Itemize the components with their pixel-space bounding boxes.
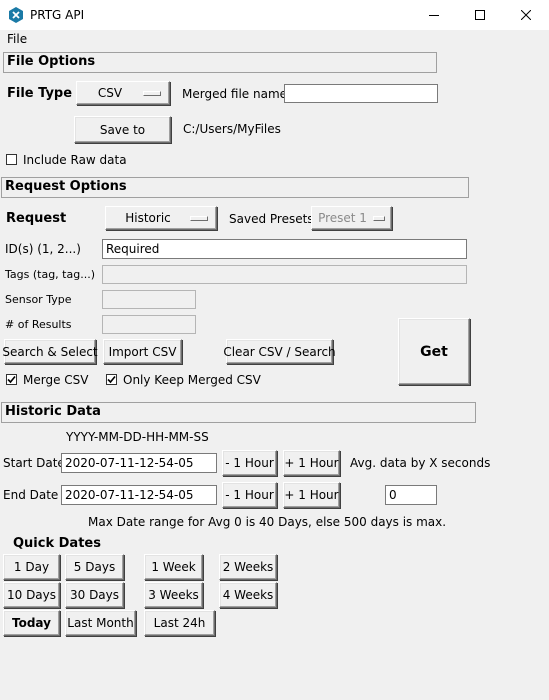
only-keep-merged-checkbox[interactable]: [106, 374, 117, 385]
results-label: # of Results: [5, 318, 72, 331]
checkmark-icon: [107, 375, 116, 384]
clear-csv-search-button[interactable]: Clear CSV / Search: [223, 339, 336, 364]
checkmark-icon: [7, 375, 16, 384]
start-date-label: Start Date: [3, 456, 65, 470]
window-title: PRTG API: [30, 8, 85, 22]
avg-seconds-input[interactable]: 0: [385, 485, 437, 505]
quick-1-day-button[interactable]: 1 Day: [3, 554, 60, 580]
ids-input[interactable]: Required: [102, 239, 467, 259]
tags-label: Tags (tag, tag...): [5, 268, 95, 281]
file-type-value: CSV: [97, 86, 123, 100]
end-minus-hour-button[interactable]: - 1 Hour: [222, 482, 277, 508]
date-format-hint: YYYY-MM-DD-HH-MM-SS: [66, 430, 209, 444]
quick-1-week-button[interactable]: 1 Week: [144, 554, 203, 580]
file-type-label: File Type: [7, 86, 73, 101]
date-range-note: Max Date range for Avg 0 is 40 Days, els…: [88, 515, 447, 529]
results-input[interactable]: [102, 315, 196, 334]
get-button[interactable]: Get: [398, 318, 470, 385]
quick-5-days-button[interactable]: 5 Days: [65, 554, 124, 580]
ids-label: ID(s) (1, 2...): [5, 242, 81, 256]
request-options-header: Request Options: [1, 177, 469, 198]
save-path-text: C:/Users/MyFiles: [183, 122, 281, 136]
maximize-icon[interactable]: [457, 0, 503, 30]
quick-3-weeks-button[interactable]: 3 Weeks: [144, 582, 203, 608]
search-select-button[interactable]: Search & Select: [2, 339, 98, 364]
sensor-type-input[interactable]: [102, 290, 196, 309]
prtg-app-icon: [8, 7, 24, 23]
historic-data-header: Historic Data: [1, 402, 476, 423]
sensor-type-label: Sensor Type: [5, 293, 72, 306]
quick-dates-label: Quick Dates: [13, 536, 101, 551]
import-csv-button[interactable]: Import CSV: [103, 339, 182, 364]
end-plus-hour-button[interactable]: + 1 Hour: [283, 482, 340, 508]
preset-value: Preset 1: [318, 211, 367, 225]
quick-last-24h-button[interactable]: Last 24h: [144, 610, 215, 636]
dropdown-indicator-icon: [373, 215, 385, 221]
start-minus-hour-button[interactable]: - 1 Hour: [222, 450, 277, 476]
merge-csv-label: Merge CSV: [23, 373, 89, 387]
merge-csv-checkbox[interactable]: [6, 374, 17, 385]
request-label: Request: [6, 211, 67, 226]
minimize-icon[interactable]: [411, 0, 457, 30]
only-keep-merged-label: Only Keep Merged CSV: [123, 373, 261, 387]
quick-30-days-button[interactable]: 30 Days: [65, 582, 124, 608]
file-type-dropdown[interactable]: CSV: [76, 81, 170, 105]
end-date-label: End Date: [3, 488, 59, 502]
dropdown-indicator-icon: [190, 215, 208, 221]
file-options-header: File Options: [3, 52, 437, 73]
include-raw-checkbox[interactable]: [6, 154, 17, 165]
include-raw-label: Include Raw data: [23, 153, 127, 167]
quick-2-weeks-button[interactable]: 2 Weeks: [219, 554, 277, 580]
quick-last-month-button[interactable]: Last Month: [65, 610, 136, 636]
close-icon[interactable]: [503, 0, 549, 30]
quick-4-weeks-button[interactable]: 4 Weeks: [219, 582, 277, 608]
request-type-value: Historic: [125, 211, 171, 225]
avg-data-label: Avg. data by X seconds: [350, 456, 491, 470]
merged-file-name-label: Merged file name: [182, 87, 288, 101]
dropdown-indicator-icon: [143, 90, 161, 96]
menu-file[interactable]: File: [7, 32, 27, 46]
start-plus-hour-button[interactable]: + 1 Hour: [283, 450, 340, 476]
quick-10-days-button[interactable]: 10 Days: [3, 582, 60, 608]
end-date-input[interactable]: 2020-07-11-12-54-05: [61, 485, 217, 505]
start-date-input[interactable]: 2020-07-11-12-54-05: [61, 453, 217, 473]
quick-today-button[interactable]: Today: [3, 610, 60, 636]
saved-presets-label: Saved Presets: [229, 212, 314, 226]
tags-input[interactable]: [102, 265, 467, 284]
save-to-button[interactable]: Save to: [74, 116, 171, 143]
saved-presets-dropdown[interactable]: Preset 1: [311, 206, 392, 230]
request-type-dropdown[interactable]: Historic: [105, 206, 217, 230]
merged-file-name-input[interactable]: [284, 84, 438, 103]
